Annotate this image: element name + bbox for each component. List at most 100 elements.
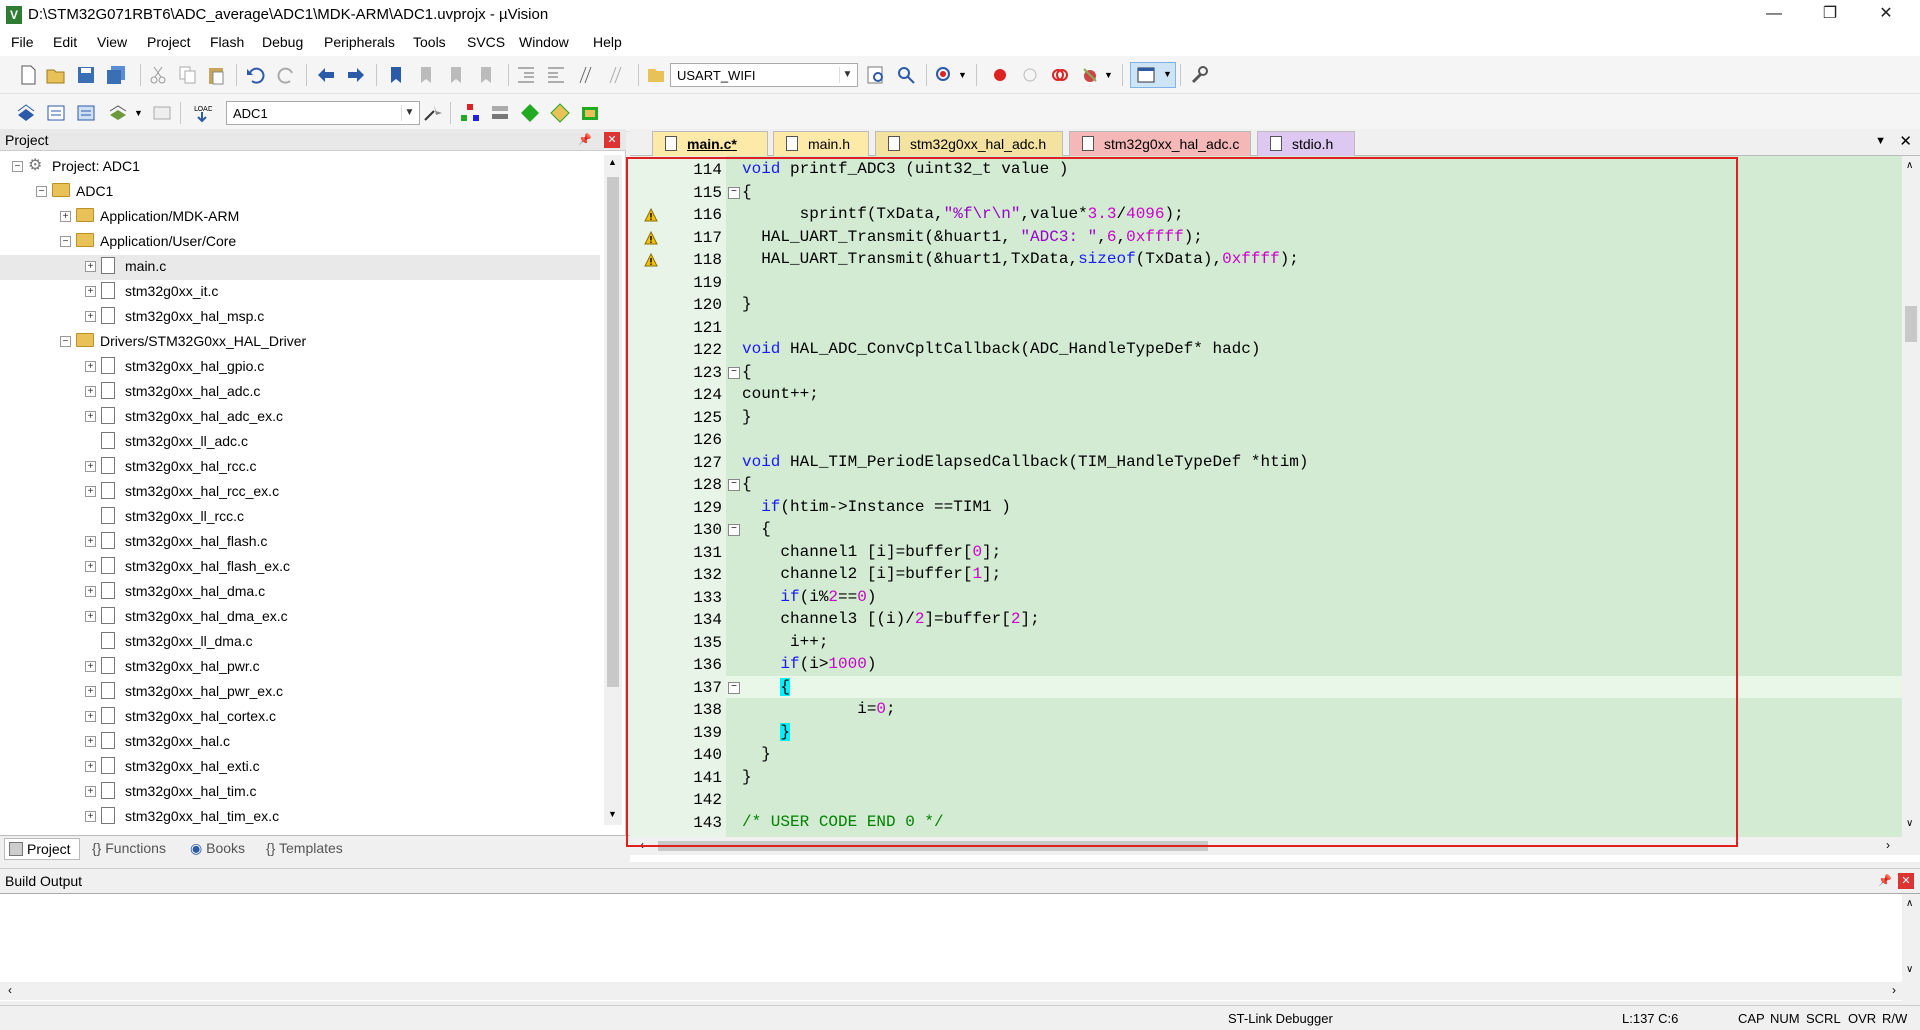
minimize-button[interactable]: — <box>1746 0 1802 30</box>
tab-books[interactable]: ◉ Books <box>190 840 245 857</box>
expand-icon[interactable]: + <box>85 461 96 472</box>
menu-help[interactable]: Help <box>593 34 622 50</box>
expand-icon[interactable]: + <box>85 386 96 397</box>
editor-vertical-scrollbar[interactable]: ∧ ∨ <box>1902 156 1920 837</box>
paste-icon[interactable] <box>206 65 226 85</box>
tab-functions[interactable]: {} Functions <box>92 840 166 856</box>
tree-file-item[interactable]: stm32g0xx_ll_adc.c <box>0 430 600 455</box>
close-tab-icon[interactable]: ✕ <box>1899 132 1912 150</box>
chevron-down-icon[interactable]: ▼ <box>1104 70 1113 80</box>
scroll-up-icon[interactable]: ▲ <box>608 157 617 167</box>
expand-icon[interactable]: + <box>85 736 96 747</box>
manage-project-items-icon[interactable] <box>460 103 480 123</box>
scroll-down-icon[interactable]: ∨ <box>1906 818 1913 829</box>
tree-file-item[interactable]: + stm32g0xx_hal_adc.c <box>0 380 600 405</box>
editor-tab[interactable]: stm32g0xx_hal_adc.c <box>1069 131 1251 156</box>
scroll-left-icon[interactable]: ‹ <box>8 983 12 997</box>
menu-tools[interactable]: Tools <box>413 34 446 50</box>
expand-icon[interactable]: + <box>85 361 96 372</box>
editor-tab[interactable]: main.c* <box>652 131 768 156</box>
copy-icon[interactable] <box>178 65 198 85</box>
expand-icon[interactable]: + <box>85 761 96 772</box>
debug-session-icon[interactable] <box>934 65 954 85</box>
tree-file-item[interactable]: + stm32g0xx_hal_flash_ex.c <box>0 555 600 580</box>
expand-icon[interactable]: + <box>85 786 96 797</box>
menu-debug[interactable]: Debug <box>262 34 303 50</box>
target-options-icon[interactable] <box>422 103 442 123</box>
scrollbar-thumb[interactable] <box>1905 306 1917 342</box>
tree-file-item[interactable]: + stm32g0xx_hal_gpio.c <box>0 355 600 380</box>
undo-icon[interactable] <box>246 65 266 85</box>
tab-templates[interactable]: {} Templates <box>266 840 343 856</box>
tree-file-item[interactable]: + stm32g0xx_hal.c <box>0 730 600 755</box>
close-pane-icon[interactable]: ✕ <box>604 132 620 148</box>
build-vertical-scrollbar[interactable]: ∧ ∨ <box>1902 894 1920 1002</box>
expand-icon[interactable]: + <box>85 536 96 547</box>
tree-file-item[interactable]: + stm32g0xx_hal_exti.c <box>0 755 600 780</box>
insert-breakpoint-icon[interactable] <box>990 65 1010 85</box>
rebuild-icon[interactable] <box>76 103 96 123</box>
scroll-up-icon[interactable]: ∧ <box>1906 898 1913 909</box>
editor-tab[interactable]: stdio.h <box>1257 131 1355 156</box>
enable-breakpoint-icon[interactable] <box>1020 65 1040 85</box>
tab-project[interactable]: Project <box>4 838 80 860</box>
tree-file-item[interactable]: + stm32g0xx_hal_cortex.c <box>0 705 600 730</box>
comment-icon[interactable] <box>576 65 596 85</box>
expand-icon[interactable]: + <box>85 411 96 422</box>
batch-build-icon[interactable] <box>108 103 128 123</box>
incremental-find-icon[interactable] <box>896 65 916 85</box>
expand-icon[interactable]: + <box>85 311 96 322</box>
window-layout-button[interactable]: ▼ <box>1130 62 1176 88</box>
collapse-icon[interactable]: − <box>60 236 71 247</box>
software-packs-icon[interactable] <box>580 103 600 123</box>
find-icon[interactable] <box>866 65 886 85</box>
tree-file-item[interactable]: + stm32g0xx_hal_pwr_ex.c <box>0 680 600 705</box>
close-window-button[interactable]: ✕ <box>1858 0 1914 30</box>
tree-file-item[interactable]: + stm32g0xx_hal_rcc.c <box>0 455 600 480</box>
pin-icon[interactable]: 📌 <box>1878 874 1892 887</box>
menu-edit[interactable]: Edit <box>53 34 77 50</box>
unindent-icon[interactable] <box>546 65 566 85</box>
close-pane-icon[interactable]: ✕ <box>1898 873 1914 889</box>
tree-project-root[interactable]: − ⚙ Project: ADC1 <box>0 155 600 180</box>
tree-file-item[interactable]: + stm32g0xx_it.c <box>0 280 600 305</box>
project-vertical-scrollbar[interactable]: ▲ ▼ <box>604 155 622 825</box>
expand-icon[interactable]: + <box>85 486 96 497</box>
tree-file-item[interactable]: stm32g0xx_ll_rcc.c <box>0 505 600 530</box>
collapse-icon[interactable]: − <box>36 186 47 197</box>
expand-icon[interactable]: + <box>85 711 96 722</box>
kill-breakpoints-icon[interactable] <box>1080 65 1100 85</box>
clear-bookmarks-icon[interactable] <box>476 65 496 85</box>
tab-list-icon[interactable]: ▼ <box>1875 135 1886 147</box>
tree-folder-item[interactable]: − Drivers/STM32G0xx_HAL_Driver <box>0 330 600 355</box>
menu-peripherals[interactable]: Peripherals <box>324 34 395 50</box>
uncomment-icon[interactable] <box>606 65 626 85</box>
target-select[interactable]: ADC1 ▼ <box>226 101 420 125</box>
stop-build-icon[interactable] <box>152 103 172 123</box>
menu-flash[interactable]: Flash <box>210 34 244 50</box>
expand-icon[interactable]: + <box>85 611 96 622</box>
menu-project[interactable]: Project <box>147 34 191 50</box>
tree-folder-item[interactable]: + Application/MDK-ARM <box>0 205 600 230</box>
scroll-right-icon[interactable]: › <box>1886 838 1890 852</box>
find-combo[interactable]: USART_WIFI ▼ <box>670 63 858 87</box>
editor-tab[interactable]: main.h <box>773 131 869 156</box>
tree-file-item[interactable]: + stm32g0xx_hal_msp.c <box>0 305 600 330</box>
expand-icon[interactable]: + <box>85 811 96 822</box>
expand-icon[interactable]: + <box>85 561 96 572</box>
tree-file-item[interactable]: + main.c <box>0 255 600 280</box>
bookmark-icon[interactable] <box>386 65 406 85</box>
pack-installer-icon[interactable] <box>550 103 570 123</box>
download-icon[interactable]: LOAD <box>192 103 212 123</box>
menu-window[interactable]: Window <box>519 34 569 50</box>
tree-file-item[interactable]: + stm32g0xx_hal_dma.c <box>0 580 600 605</box>
expand-icon[interactable]: + <box>85 261 96 272</box>
scroll-up-icon[interactable]: ∧ <box>1906 160 1913 171</box>
menu-svcs[interactable]: SVCS <box>467 34 505 50</box>
tree-file-item[interactable]: + stm32g0xx_hal_dma_ex.c <box>0 605 600 630</box>
scrollbar-thumb[interactable] <box>607 177 619 687</box>
tree-file-item[interactable]: + stm32g0xx_hal_tim_ex.c <box>0 805 600 830</box>
expand-icon[interactable]: + <box>85 686 96 697</box>
tree-file-item[interactable]: + stm32g0xx_hal_adc_ex.c <box>0 405 600 430</box>
tree-file-item[interactable]: + stm32g0xx_hal_pwr.c <box>0 655 600 680</box>
